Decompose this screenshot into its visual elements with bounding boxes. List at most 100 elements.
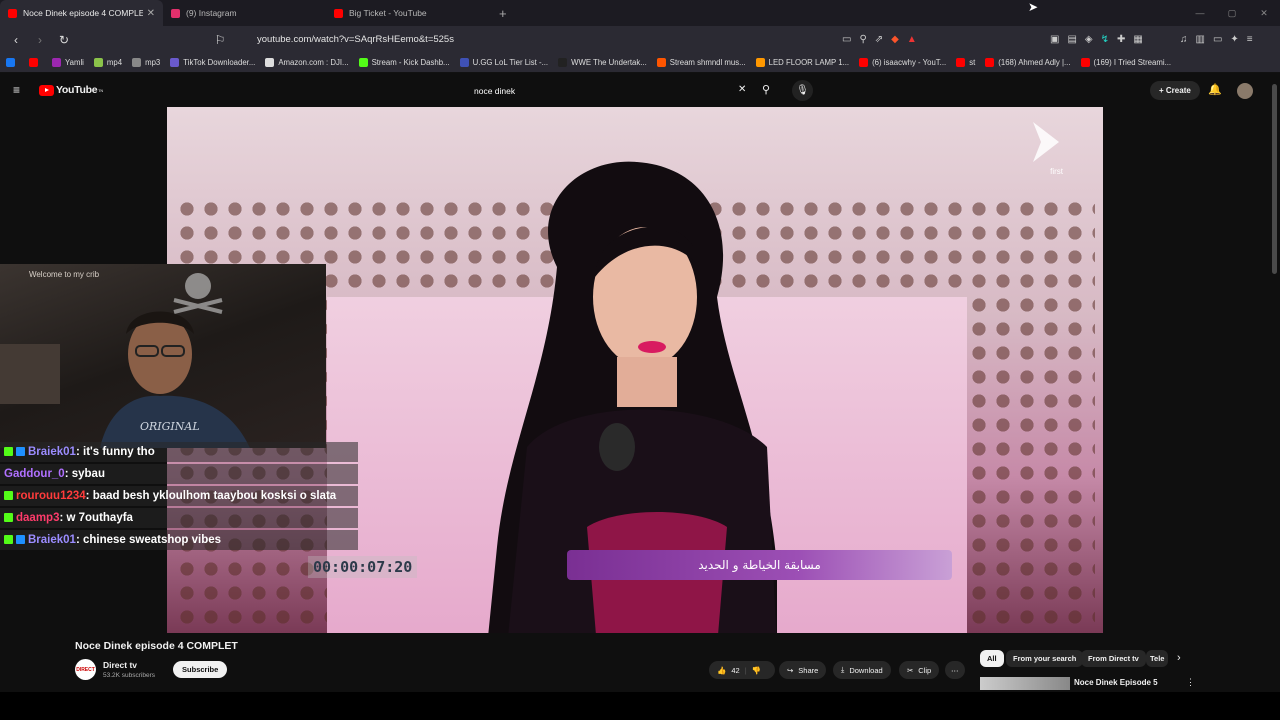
chat-badge-icon [4, 513, 13, 522]
bookmark-favicon-icon [132, 58, 142, 67]
chat-badge-icon [16, 535, 25, 544]
scrollbar-thumb[interactable] [1272, 84, 1277, 274]
like-dislike-button[interactable]: 👍 42 | 👎 [709, 661, 775, 679]
extension-icon[interactable]: ▦ [1133, 34, 1142, 45]
bookmark-item[interactable]: (168) Ahmed Adly |... [985, 58, 1071, 67]
bookmark-favicon-icon [170, 58, 180, 67]
avatar[interactable] [1237, 83, 1253, 99]
media-icon[interactable]: ♫ [1180, 34, 1188, 45]
thumbs-up-icon[interactable]: 👍 [717, 666, 726, 675]
hamburger-menu-icon[interactable]: ≡ [13, 83, 20, 97]
minimize-icon[interactable]: — [1184, 0, 1216, 26]
reload-icon[interactable]: ↻ [54, 33, 74, 47]
youtube-play-icon [39, 84, 54, 96]
wallet-icon[interactable]: ▭ [1213, 34, 1222, 45]
chip-all[interactable]: All [980, 650, 1004, 667]
tab-title: Big Ticket - YouTube [349, 8, 427, 18]
cast-icon[interactable]: ▭ [842, 34, 851, 45]
sidebar-icon[interactable]: ▥ [1196, 34, 1205, 45]
download-label: Download [849, 665, 883, 675]
chip-tele[interactable]: Tele [1146, 650, 1168, 667]
youtube-logo[interactable]: YouTube TN [39, 84, 103, 96]
bookmark-item[interactable]: mp4 [93, 58, 122, 67]
more-vert-icon[interactable]: ⋮ [1186, 677, 1195, 688]
extension-icon[interactable]: ▤ [1067, 34, 1076, 45]
chevron-right-icon[interactable]: › [1177, 652, 1181, 664]
bookmark-item[interactable]: LED FLOOR LAMP 1... [755, 58, 849, 67]
logo-text: YouTube [56, 84, 98, 96]
maximize-icon[interactable]: ▢ [1216, 0, 1248, 26]
channel-row: DIRECT Direct tv 53.2K subscribers Subsc… [75, 659, 228, 680]
bookmark-label: TikTok Downloader... [183, 58, 256, 67]
wall-sign: Welcome to my crib [28, 270, 100, 279]
shield-icon[interactable]: ◆ [891, 34, 899, 45]
bookmark-item[interactable]: U.GG LoL Tier List -... [459, 58, 548, 67]
thumbs-down-icon[interactable]: 👎 [752, 666, 761, 675]
bookmark-item[interactable]: TikTok Downloader... [170, 58, 255, 67]
extension-icon[interactable]: ▣ [1050, 34, 1059, 45]
new-tab-button[interactable]: + [499, 6, 507, 21]
tab-instagram[interactable]: (9) Instagram [163, 0, 326, 26]
bookmark-favicon-icon [755, 58, 765, 67]
bookmark-item[interactable]: mp3 [132, 58, 160, 67]
rewards-icon[interactable]: ▲ [907, 34, 917, 45]
tab-big-ticket[interactable]: Big Ticket - YouTube [326, 0, 489, 26]
bookmark-icon[interactable]: ⚐ [210, 33, 230, 47]
clear-search-icon[interactable]: ✕ [738, 84, 746, 95]
search-input[interactable]: noce dinek [466, 81, 756, 101]
bell-icon[interactable]: 🔔 [1208, 83, 1222, 96]
share-button[interactable]: ↪ Share [779, 661, 827, 679]
bookmark-favicon-icon [6, 58, 15, 67]
channel-name[interactable]: Direct tv [103, 660, 155, 670]
bookmark-favicon-icon [459, 58, 469, 67]
chip-from-direct-tv[interactable]: From Direct tv [1081, 650, 1146, 667]
streamer-webcam: Welcome to my crib ORIGINAL [0, 264, 326, 448]
bookmark-item[interactable]: Stream shmndl mus... [656, 58, 746, 67]
extension-icon[interactable]: ◈ [1085, 34, 1093, 45]
clip-button[interactable]: ✂ Clip [899, 661, 940, 679]
forward-icon[interactable]: › [30, 33, 50, 47]
related-title[interactable]: Noce Dinek Episode 5 [1074, 678, 1158, 687]
bookmark-favicon-icon [859, 58, 869, 67]
bookmark-item[interactable]: WWE The Undertak... [558, 58, 647, 67]
youtube-header: ≡ YouTube TN noce dinek ✕ ⚲ 🎙 + Create 🔔 [0, 73, 1280, 107]
scissors-icon: ✂ [907, 665, 914, 675]
chat-overlay: Braiek01: it's funny tho Gaddour_0: sybau… [0, 442, 358, 552]
bookmark-label: mp3 [145, 58, 161, 67]
extension-icon[interactable]: ✚ [1117, 34, 1125, 45]
chat-message: Braiek01: it's funny tho [0, 442, 358, 462]
share-icon[interactable]: ⇗ [875, 34, 883, 45]
tab-noce-dinek[interactable]: Noce Dinek episode 4 COMPLETE ✕ [0, 0, 163, 26]
bookmark-item[interactable]: (6) isaacwhy - YouT... [859, 58, 946, 67]
zoom-icon[interactable]: ⚲ [859, 34, 866, 45]
close-window-icon[interactable]: ✕ [1248, 0, 1280, 26]
like-count: 42 [731, 665, 740, 675]
bookmark-item[interactable] [29, 58, 42, 67]
extension-icon[interactable]: ↯ [1101, 34, 1109, 45]
back-icon[interactable]: ‹ [6, 33, 26, 47]
more-actions-button[interactable]: ⋯ [945, 661, 965, 679]
close-tab-icon[interactable]: ✕ [147, 8, 155, 19]
bookmark-item[interactable]: (169) I Tried Streami... [1080, 58, 1171, 67]
related-thumbnail[interactable] [980, 677, 1070, 690]
subscribe-button[interactable]: Subscribe [173, 661, 228, 678]
search-value: noce dinek [474, 86, 516, 96]
channel-avatar[interactable]: DIRECT [75, 659, 96, 680]
bookmark-item[interactable]: Stream - Kick Dashb... [358, 58, 450, 67]
bookmark-item[interactable] [6, 58, 19, 67]
chat-username: rourouu1234 [16, 490, 86, 502]
download-button[interactable]: ⤓ Download [833, 661, 891, 679]
youtube-icon [8, 8, 17, 18]
window-controls: — ▢ ✕ [1184, 0, 1280, 26]
menu-icon[interactable]: ≡ [1247, 34, 1253, 45]
bookmark-item[interactable]: Yamli [52, 58, 84, 67]
chip-from-search[interactable]: From your search [1006, 650, 1084, 667]
leo-icon[interactable]: ✦ [1230, 34, 1238, 45]
create-button[interactable]: + Create [1150, 81, 1200, 100]
search-icon[interactable]: ⚲ [762, 83, 770, 96]
bookmark-item[interactable]: Amazon.com : DJI... [265, 58, 349, 67]
mic-icon[interactable]: 🎙 [792, 80, 813, 101]
bookmark-item[interactable]: st [956, 58, 975, 67]
bookmark-favicon-icon [1080, 58, 1090, 67]
chat-badge-icon [16, 447, 25, 456]
